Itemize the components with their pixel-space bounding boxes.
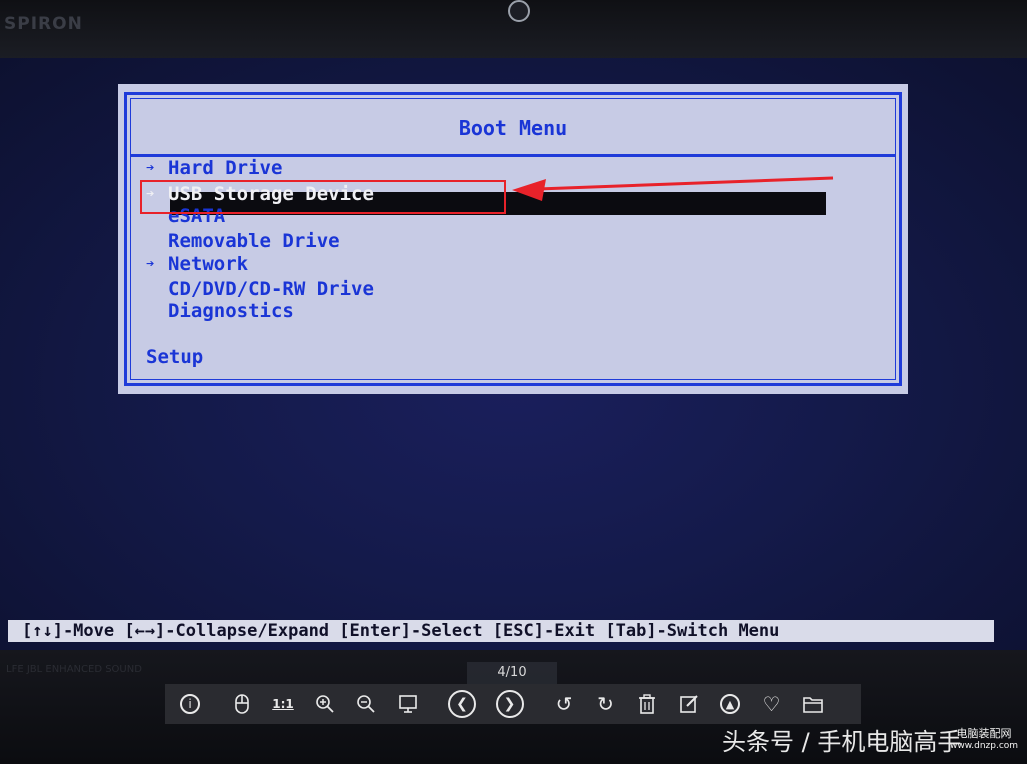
folder-icon[interactable]	[794, 689, 832, 719]
key-help-bar: [↑↓]-Move [←→]-Collapse/Expand [Enter]-S…	[8, 620, 994, 642]
info-icon[interactable]: i	[171, 689, 209, 719]
collapse-up-icon[interactable]: ▲	[711, 689, 749, 719]
watermark-text: 头条号 / 手机电脑高手	[722, 728, 962, 756]
annotation-arrow-icon	[512, 176, 834, 201]
boot-item-hard-drive[interactable]: ➔ Hard Drive	[146, 157, 282, 179]
expand-arrow-icon: ➔	[146, 256, 155, 272]
webcam-icon	[508, 0, 530, 22]
delete-icon[interactable]	[628, 689, 666, 719]
zoom-out-icon[interactable]	[347, 689, 385, 719]
boot-item-cd-dvd-drive[interactable]: CD/DVD/CD-RW Drive	[146, 278, 374, 300]
prev-icon[interactable]: ❮	[440, 689, 484, 719]
fit-screen-icon[interactable]	[389, 689, 427, 719]
laptop-bezel-top: SPIRON	[0, 0, 1027, 58]
actual-size-icon[interactable]: 1:1	[264, 689, 302, 719]
rotate-left-icon[interactable]: ↺	[545, 689, 583, 719]
bezel-sound-label: LFE JBL ENHANCED SOUND	[6, 664, 142, 675]
expand-arrow-icon: ➔	[146, 160, 155, 176]
favorite-icon[interactable]: ♡	[753, 689, 791, 719]
bios-screen: Boot Menu ➔ Hard Drive ➔ USB Storage Devic…	[0, 58, 1027, 650]
watermark-site-logo: 电脑装配网 www.dnzp.com	[950, 727, 1019, 752]
boot-item-diagnostics[interactable]: Diagnostics	[146, 300, 294, 322]
boot-item-setup[interactable]: Setup	[146, 346, 203, 368]
edit-icon[interactable]	[670, 689, 708, 719]
rotate-right-icon[interactable]: ↻	[587, 689, 625, 719]
zoom-in-icon[interactable]	[306, 689, 344, 719]
boot-menu-title: Boot Menu	[458, 116, 568, 140]
page-counter: 4/10	[467, 662, 557, 684]
annotation-highlight-box	[140, 180, 506, 214]
next-icon[interactable]: ❯	[488, 689, 532, 719]
boot-item-network[interactable]: ➔ Network	[146, 253, 248, 275]
boot-menu-window: Boot Menu ➔ Hard Drive ➔ USB Storage Devic…	[118, 84, 908, 394]
boot-item-removable-drive[interactable]: Removable Drive	[146, 230, 340, 252]
laptop-brand-text: SPIRON	[4, 14, 83, 34]
mouse-icon[interactable]	[223, 689, 261, 719]
image-viewer-toolbar: i 1:1 ❮ ❯ ↺ ↻ ▲ ♡	[165, 684, 861, 724]
